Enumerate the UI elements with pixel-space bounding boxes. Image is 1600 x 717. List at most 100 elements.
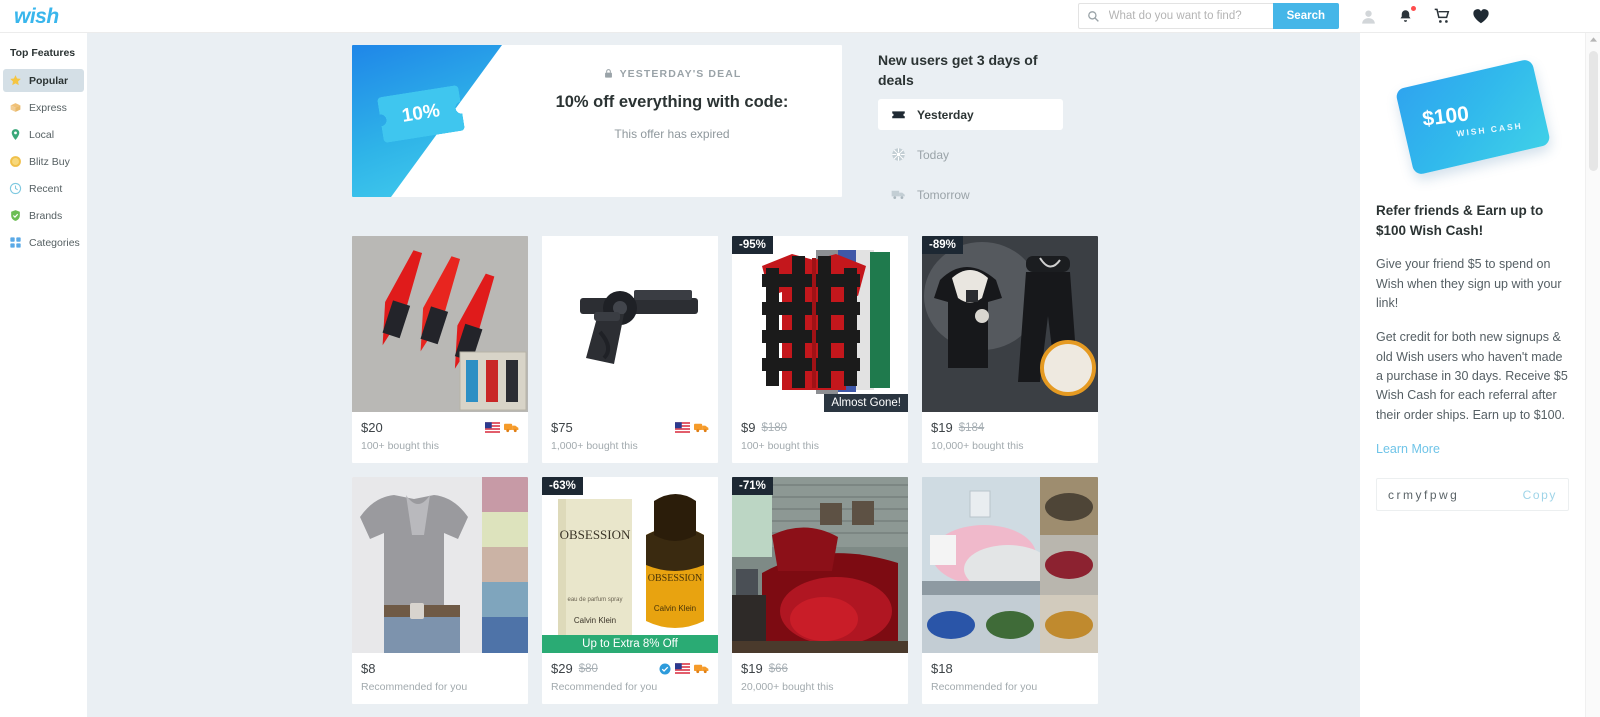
product-price: $29 xyxy=(551,661,573,677)
price-row: $8 xyxy=(361,661,519,676)
product-price: $75 xyxy=(551,420,573,436)
sidebar-item-label: Express xyxy=(29,101,67,114)
copy-code-button[interactable]: Copy xyxy=(1523,488,1557,502)
product-card-henley-shirt[interactable]: $8 Recommended for you xyxy=(352,477,528,705)
page-scrollbar[interactable] xyxy=(1585,33,1600,717)
wishlist-heart-icon[interactable] xyxy=(1472,8,1490,24)
star-icon xyxy=(10,75,21,86)
notification-dot xyxy=(1411,5,1416,11)
product-image[interactable]: -71% xyxy=(732,477,908,654)
product-original-price: $180 xyxy=(761,421,788,434)
truck-icon xyxy=(504,423,519,433)
product-card-pink-bedding-set[interactable]: $18 Recommended for you xyxy=(922,477,1098,705)
search-button[interactable]: Search xyxy=(1272,3,1339,29)
referral-paragraph-1: Give your friend $5 to spend on Wish whe… xyxy=(1376,257,1562,310)
day-tab-today[interactable]: Today xyxy=(878,139,1063,170)
daily-deal-card[interactable]: 10% YESTERDAY'S DEAL 10% off everything … xyxy=(352,45,842,197)
product-sold-count: Recommended for you xyxy=(551,681,658,694)
us-flag-icon xyxy=(485,422,500,433)
svg-text:OBSESSION: OBSESSION xyxy=(648,573,702,584)
product-card-hoodie-tracksuit[interactable]: -89% $19 $184 10,000+ bought this xyxy=(922,236,1098,464)
price-row: $19 $184 xyxy=(931,420,1089,435)
learn-more-link[interactable]: Learn More xyxy=(1376,442,1569,456)
deal-headline: 10% off everything with code: xyxy=(555,93,789,111)
hero-section: 10% YESTERDAY'S DEAL 10% off everything … xyxy=(87,33,1360,210)
day-tab-tomorrow[interactable]: Tomorrow xyxy=(878,179,1063,210)
truck-icon xyxy=(891,190,905,200)
shipping-badges xyxy=(659,663,709,675)
product-card-revolver[interactable]: $75 1,000+ bought this xyxy=(542,236,718,464)
almost-gone-label: Almost Gone! xyxy=(824,394,908,413)
deal-days-title: New users get 3 days of deals xyxy=(878,52,1038,88)
sidebar-item-label: Brands xyxy=(29,209,63,222)
product-card-plaid-shirt[interactable]: -95% Almost Gone! $9 $180 100+ bought th… xyxy=(732,236,908,464)
us-flag-icon xyxy=(675,663,690,674)
product-meta: $20 100+ bought this xyxy=(352,412,528,463)
search-bar: Search xyxy=(1077,3,1339,29)
gift-icon xyxy=(892,148,905,161)
sidebar-item-label: Local xyxy=(29,128,55,141)
account-icon[interactable] xyxy=(1359,7,1378,26)
product-original-price: $184 xyxy=(958,421,985,434)
discount-badge: -89% xyxy=(922,236,963,255)
price-row: $19 $66 xyxy=(741,661,899,676)
plaid-shirt-illustration xyxy=(732,236,908,413)
product-card-obsession-perfume[interactable]: -63% OBSESSION eau de parfum spray Calvi… xyxy=(542,477,718,705)
referral-paragraph-2: Get credit for both new signups & old Wi… xyxy=(1376,330,1568,422)
product-image[interactable]: -89% xyxy=(922,236,1098,413)
product-sold-count: Recommended for you xyxy=(361,681,468,694)
product-meta: $9 $180 100+ bought this xyxy=(732,412,908,463)
referral-panel: $100 WISH CASH Refer friends & Earn up t… xyxy=(1360,33,1585,717)
package-icon xyxy=(10,103,21,112)
product-price: $20 xyxy=(361,420,383,436)
product-card-throwing-knives[interactable]: $20 100+ bought this xyxy=(352,236,528,464)
sidebar-item-local[interactable]: Local xyxy=(3,123,84,146)
product-meta: $29 $80 Recommended for you xyxy=(542,653,718,704)
main-content: 10% YESTERDAY'S DEAL 10% off everything … xyxy=(87,33,1360,717)
sidebar-item-label: Blitz Buy xyxy=(29,155,70,168)
deal-artwork: 10% xyxy=(352,45,502,197)
truck-icon xyxy=(694,664,709,674)
wish-cash-card: $100 WISH CASH xyxy=(1394,58,1551,176)
product-card-red-bedding-set[interactable]: -71% $19 $66 20,000+ bought this xyxy=(732,477,908,705)
day-tab-yesterday[interactable]: Yesterday xyxy=(878,99,1063,131)
search-input-wrap[interactable] xyxy=(1077,3,1273,29)
product-price: $18 xyxy=(931,661,953,677)
search-input[interactable] xyxy=(1106,9,1265,23)
notifications-bell-icon[interactable] xyxy=(1398,5,1416,25)
deal-days-panel: New users get 3 days of deals Yesterday … xyxy=(878,45,1063,210)
product-image[interactable]: -95% Almost Gone! xyxy=(732,236,908,413)
search-icon xyxy=(1087,10,1099,22)
wish-logo[interactable]: wish xyxy=(14,6,59,27)
product-grid: $20 100+ bought this $75 1,000+ bought t… xyxy=(87,210,1360,705)
sidebar-item-brands[interactable]: Brands xyxy=(3,204,84,227)
henley-shirt-illustration xyxy=(352,477,528,654)
product-image[interactable]: -63% OBSESSION eau de parfum spray Calvi… xyxy=(542,477,718,654)
product-price: $19 xyxy=(931,420,953,436)
svg-text:Calvin Klein: Calvin Klein xyxy=(654,604,696,613)
sidebar-item-popular[interactable]: Popular xyxy=(3,69,84,92)
sidebar-item-recent[interactable]: Recent xyxy=(3,177,84,200)
product-sold-count: 100+ bought this xyxy=(741,440,819,453)
pink-bedding-illustration xyxy=(922,477,1098,654)
shopping-cart-icon[interactable] xyxy=(1433,8,1452,25)
clock-icon xyxy=(9,182,22,195)
verified-check-icon xyxy=(659,663,671,675)
discount-badge: -63% xyxy=(542,477,583,496)
shield-check-icon xyxy=(11,210,20,221)
price-row: $9 $180 xyxy=(741,420,899,435)
product-meta: $75 1,000+ bought this xyxy=(542,412,718,463)
product-image[interactable] xyxy=(922,477,1098,654)
sidebar-item-blitz-buy[interactable]: Blitz Buy xyxy=(3,150,84,173)
scroll-up-icon[interactable] xyxy=(1586,33,1600,42)
header-actions: Search xyxy=(1077,3,1600,29)
scrollbar-thumb[interactable] xyxy=(1589,51,1598,171)
product-image[interactable] xyxy=(542,236,718,413)
svg-text:eau de parfum spray: eau de parfum spray xyxy=(567,597,622,603)
sidebar-item-express[interactable]: Express xyxy=(3,96,84,119)
product-image[interactable] xyxy=(352,477,528,654)
revolver-illustration xyxy=(542,236,718,413)
product-image[interactable] xyxy=(352,236,528,413)
sidebar-item-categories[interactable]: Categories xyxy=(3,231,84,254)
product-price: $9 xyxy=(741,420,756,436)
